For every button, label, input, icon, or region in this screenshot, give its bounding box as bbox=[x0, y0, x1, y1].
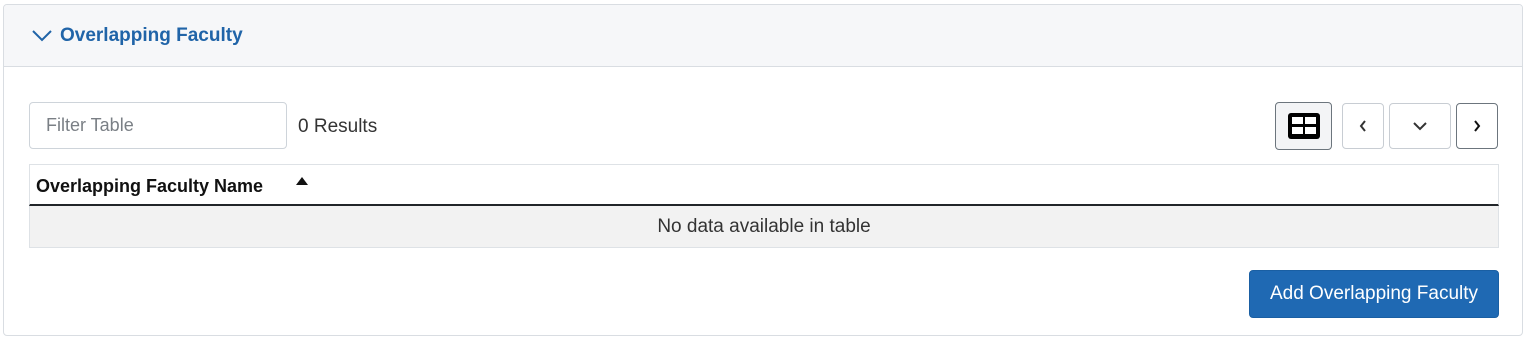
empty-table-message: No data available in table bbox=[29, 206, 1499, 248]
table-layout-icon bbox=[1287, 113, 1320, 139]
sort-up-icon[interactable] bbox=[296, 177, 308, 185]
next-page-button[interactable] bbox=[1456, 103, 1498, 149]
panel-header[interactable]: Overlapping Faculty bbox=[4, 5, 1522, 67]
overlapping-faculty-table: Overlapping Faculty Name No data availab… bbox=[29, 164, 1499, 248]
previous-page-button[interactable] bbox=[1342, 103, 1384, 149]
results-count: 0 Results bbox=[298, 116, 378, 137]
overlapping-faculty-panel: Overlapping Faculty 0 Results Overlappin… bbox=[3, 4, 1523, 336]
chevron-right-icon bbox=[1474, 120, 1481, 132]
add-overlapping-faculty-button[interactable]: Add Overlapping Faculty bbox=[1249, 270, 1499, 318]
column-header-overlapping-faculty-name[interactable]: Overlapping Faculty Name bbox=[36, 176, 263, 197]
section-title[interactable]: Overlapping Faculty bbox=[60, 25, 243, 47]
chevron-down-icon bbox=[1413, 122, 1427, 131]
page-select-dropdown[interactable] bbox=[1389, 103, 1451, 149]
table-layout-button[interactable] bbox=[1275, 102, 1332, 150]
chevron-left-icon bbox=[1359, 120, 1366, 132]
table-header-row: Overlapping Faculty Name bbox=[29, 164, 1499, 206]
filter-table-input[interactable] bbox=[29, 102, 287, 149]
chevron-down-icon[interactable] bbox=[31, 27, 53, 43]
